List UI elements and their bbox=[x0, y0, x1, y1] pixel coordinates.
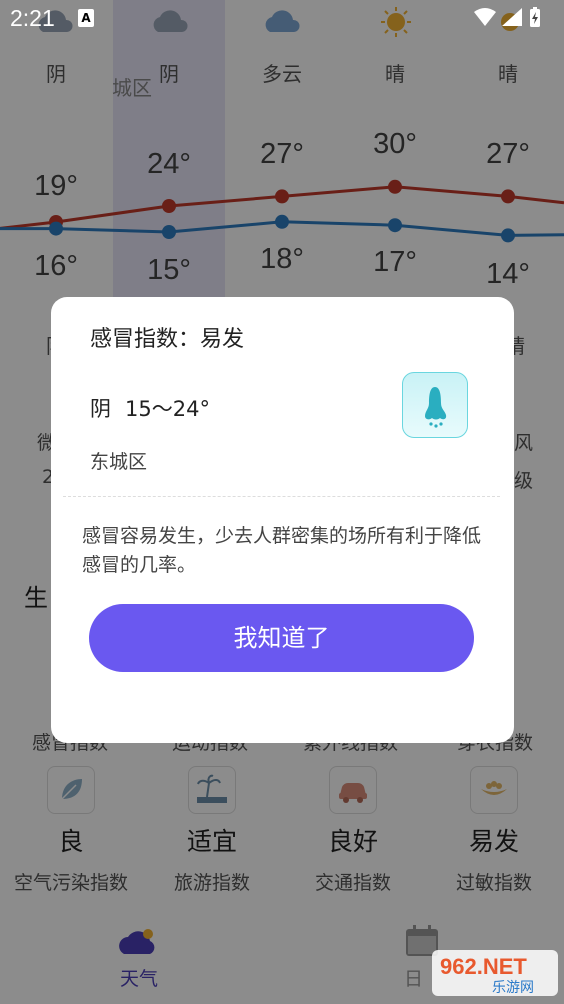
notification-icon: A bbox=[78, 9, 94, 27]
dialog-temp-range: 15〜24° bbox=[125, 397, 210, 421]
acknowledge-button[interactable]: 我知道了 bbox=[89, 604, 474, 672]
dialog-title: 感冒指数：易发 bbox=[90, 327, 245, 352]
wifi-icon bbox=[474, 8, 496, 26]
dialog-divider bbox=[63, 496, 500, 497]
status-icons bbox=[472, 6, 552, 30]
watermark-logo: 962.NET 乐游网 bbox=[432, 948, 558, 998]
signal-icon bbox=[502, 8, 522, 26]
watermark-sub: 乐游网 bbox=[492, 980, 534, 996]
cold-index-dialog: 感冒指数：易发 阴 15〜24° 东城区 感冒容易发生，少去人群密集的场所有利于降… bbox=[51, 297, 514, 743]
status-time: 2:21 bbox=[10, 5, 55, 31]
dialog-condition: 阴 bbox=[90, 397, 111, 421]
dialog-description: 感冒容易发生，少去人群密集的场所有利于降低感冒的几率。 bbox=[82, 525, 482, 576]
battery-icon bbox=[530, 7, 540, 27]
nose-icon bbox=[402, 372, 468, 438]
dialog-weather: 阴 15〜24° bbox=[90, 393, 210, 423]
dialog-location: 东城区 bbox=[90, 451, 148, 473]
watermark-text: 962.NET bbox=[440, 954, 527, 979]
